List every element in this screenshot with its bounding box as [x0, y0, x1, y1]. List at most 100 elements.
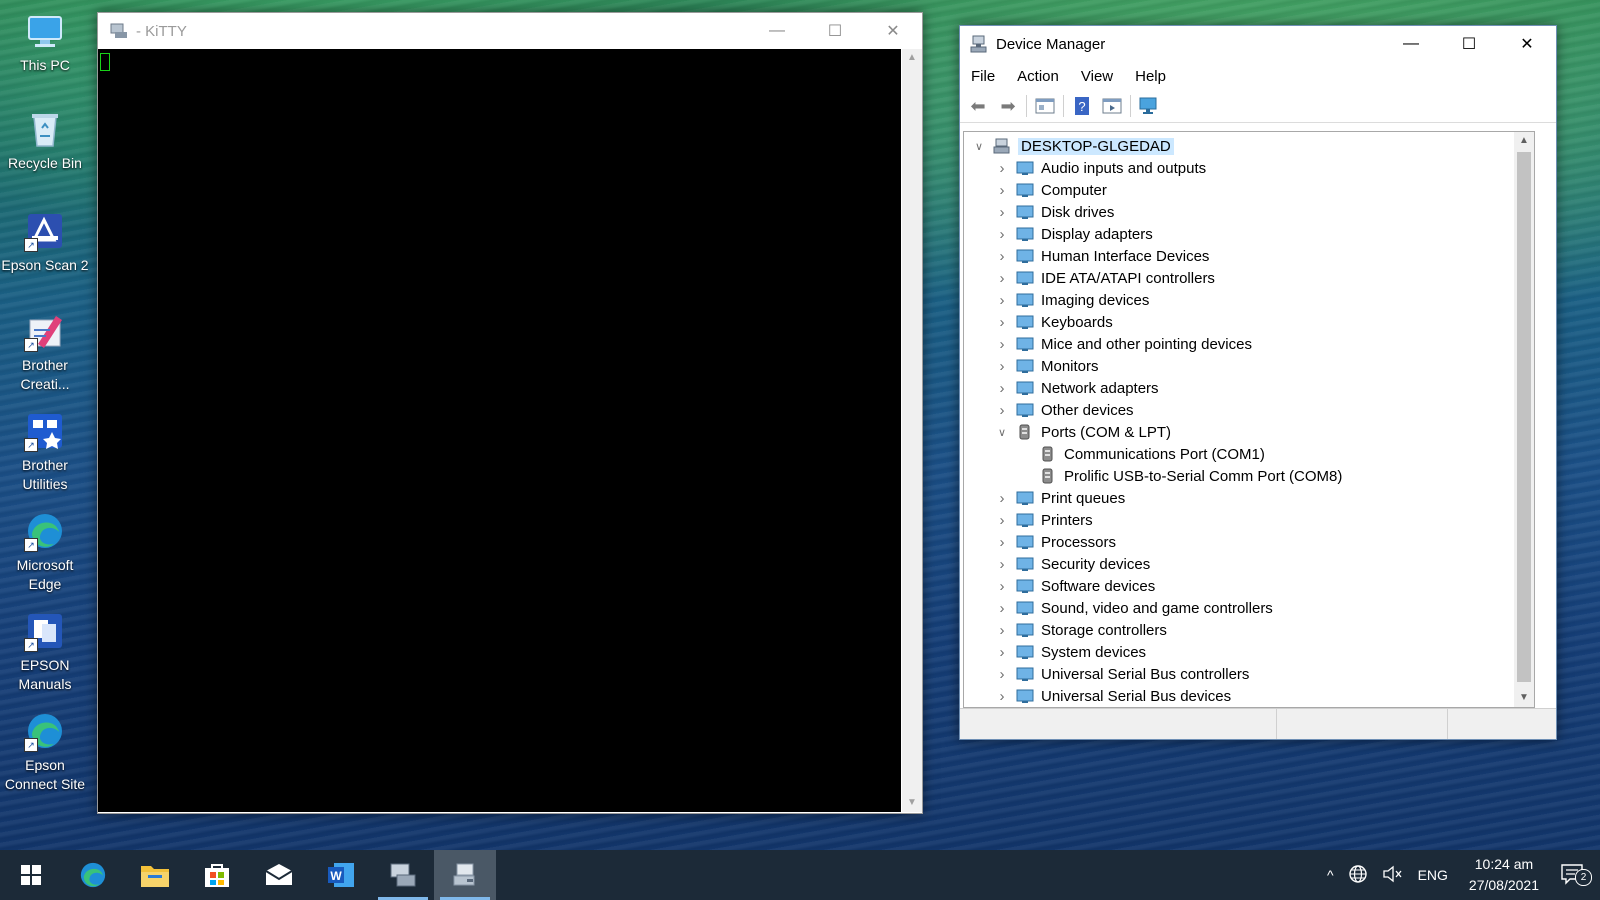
chevron-right-icon[interactable]: › — [993, 204, 1011, 221]
clock[interactable]: 10:24 am 27/08/2021 — [1455, 854, 1553, 896]
scroll-down-icon[interactable]: ▼ — [1514, 689, 1534, 707]
tree-category-node[interactable]: › IDE ATA/ATAPI controllers — [993, 267, 1215, 289]
tree-device-node[interactable]: Communications Port (COM1) — [1016, 443, 1265, 465]
chevron-right-icon[interactable]: › — [993, 490, 1011, 507]
chevron-right-icon[interactable]: › — [993, 578, 1011, 595]
forward-arrow-icon[interactable]: ➡ — [996, 94, 1020, 118]
tree-category-node[interactable]: › Universal Serial Bus devices — [993, 685, 1232, 707]
chevron-right-icon[interactable]: › — [993, 600, 1011, 617]
tree-category-node[interactable]: ∨ Ports (COM & LPT) — [993, 421, 1171, 443]
menu-action[interactable]: Action — [1006, 68, 1070, 85]
tree-category-node[interactable]: › Processors — [993, 531, 1117, 553]
tree-category-node[interactable]: › Monitors — [993, 355, 1099, 377]
tree-category-node[interactable]: › Disk drives — [993, 201, 1115, 223]
chevron-right-icon[interactable]: › — [993, 270, 1011, 287]
terminal-area[interactable] — [98, 49, 901, 812]
chevron-right-icon[interactable]: › — [993, 182, 1011, 199]
action-center-icon[interactable]: 2 — [1553, 863, 1600, 888]
language-indicator[interactable]: ENG — [1411, 867, 1455, 883]
taskbar-word[interactable]: W — [310, 850, 372, 900]
tree-category-node[interactable]: › Display adapters — [993, 223, 1153, 245]
chevron-right-icon[interactable]: › — [993, 622, 1011, 639]
chevron-down-icon[interactable]: ∨ — [993, 426, 1011, 439]
tree-category-node[interactable]: › Keyboards — [993, 311, 1113, 333]
chevron-right-icon[interactable]: › — [993, 314, 1011, 331]
desktop-icon-epson-scan[interactable]: ↗ Epson Scan 2 — [0, 210, 90, 275]
chevron-right-icon[interactable]: › — [993, 666, 1011, 683]
tree-category-node[interactable]: › Human Interface Devices — [993, 245, 1210, 267]
kitty-minimize-button[interactable]: — — [748, 13, 806, 49]
desktop-icon-this-pc[interactable]: This PC — [0, 10, 90, 75]
show-hidden-icons-chevron-icon[interactable]: ^ — [1320, 867, 1341, 883]
volume-muted-icon[interactable] — [1375, 864, 1411, 887]
chevron-right-icon[interactable]: › — [993, 644, 1011, 661]
taskbar-device-manager[interactable] — [434, 850, 496, 900]
tree-category-node[interactable]: › Storage controllers — [993, 619, 1167, 641]
network-globe-icon[interactable] — [1341, 864, 1375, 887]
taskbar-store[interactable] — [186, 850, 248, 900]
kitty-window[interactable]: - KiTTY — ☐ ✕ ▲ ▼ — [97, 12, 923, 814]
properties-icon[interactable] — [1033, 94, 1057, 118]
desktop-icon-microsoft-edge[interactable]: ↗ Microsoft Edge — [0, 510, 90, 594]
tree-root-node[interactable]: ∨ DESKTOP-GLGEDAD — [970, 135, 1174, 157]
tree-category-node[interactable]: › Other devices — [993, 399, 1134, 421]
chevron-right-icon[interactable]: › — [993, 248, 1011, 265]
taskbar-file-explorer[interactable] — [124, 850, 186, 900]
desktop-icon-brother-creative[interactable]: ↗ Brother Creati... — [0, 310, 90, 394]
help-icon[interactable]: ? — [1070, 94, 1094, 118]
tree-category-node[interactable]: › System devices — [993, 641, 1147, 663]
tree-category-node[interactable]: › Imaging devices — [993, 289, 1150, 311]
tree-category-node[interactable]: › Security devices — [993, 553, 1151, 575]
device-manager-window[interactable]: Device Manager — ☐ ✕ File Action View He… — [959, 25, 1557, 740]
tree-category-node[interactable]: › Network adapters — [993, 377, 1159, 399]
scrollbar-thumb[interactable] — [1517, 152, 1531, 682]
desktop-icon-recycle-bin[interactable]: Recycle Bin — [0, 108, 90, 173]
device-tree-scrollbar[interactable]: ▲ ▼ — [1514, 132, 1534, 707]
tree-category-node[interactable]: › Mice and other pointing devices — [993, 333, 1252, 355]
back-arrow-icon[interactable]: ⬅ — [966, 94, 990, 118]
kitty-maximize-button[interactable]: ☐ — [806, 13, 864, 49]
chevron-right-icon[interactable]: › — [993, 226, 1011, 243]
tree-category-node[interactable]: › Universal Serial Bus controllers — [993, 663, 1250, 685]
scroll-up-icon[interactable]: ▲ — [902, 49, 922, 67]
scroll-up-icon[interactable]: ▲ — [1514, 132, 1534, 150]
kitty-close-button[interactable]: ✕ — [864, 13, 922, 49]
device-manager-close-button[interactable]: ✕ — [1498, 26, 1556, 62]
device-manager-titlebar[interactable]: Device Manager — ☐ ✕ — [960, 26, 1556, 62]
device-manager-maximize-button[interactable]: ☐ — [1440, 26, 1498, 62]
chevron-down-icon[interactable]: ∨ — [970, 140, 988, 153]
chevron-right-icon[interactable]: › — [993, 402, 1011, 419]
tree-category-node[interactable]: › Sound, video and game controllers — [993, 597, 1273, 619]
tree-category-node[interactable]: › Software devices — [993, 575, 1156, 597]
chevron-right-icon[interactable]: › — [993, 688, 1011, 705]
start-button[interactable] — [0, 850, 62, 900]
chevron-right-icon[interactable]: › — [993, 512, 1011, 529]
chevron-right-icon[interactable]: › — [993, 556, 1011, 573]
desktop-icon-epson-manuals[interactable]: ↗ EPSON Manuals — [0, 610, 90, 694]
tree-category-node[interactable]: › Print queues — [993, 487, 1126, 509]
chevron-right-icon[interactable]: › — [993, 336, 1011, 353]
kitty-scrollbar[interactable]: ▲ ▼ — [902, 49, 922, 812]
taskbar-edge[interactable] — [62, 850, 124, 900]
tree-category-node[interactable]: › Printers — [993, 509, 1093, 531]
kitty-titlebar[interactable]: - KiTTY — ☐ ✕ — [98, 13, 922, 49]
scan-hardware-icon[interactable] — [1137, 94, 1161, 118]
device-manager-minimize-button[interactable]: — — [1382, 26, 1440, 62]
update-driver-icon[interactable] — [1100, 94, 1124, 118]
chevron-right-icon[interactable]: › — [993, 160, 1011, 177]
desktop-icon-epson-connect[interactable]: ↗ Epson Connect Site — [0, 710, 90, 794]
chevron-right-icon[interactable]: › — [993, 358, 1011, 375]
taskbar-mail[interactable] — [248, 850, 310, 900]
tree-device-node[interactable]: Prolific USB-to-Serial Comm Port (COM8) — [1016, 465, 1342, 487]
menu-file[interactable]: File — [960, 68, 1006, 85]
chevron-right-icon[interactable]: › — [993, 380, 1011, 397]
tree-category-node[interactable]: › Audio inputs and outputs — [993, 157, 1207, 179]
scroll-down-icon[interactable]: ▼ — [902, 794, 922, 812]
desktop-icon-brother-utilities[interactable]: ↗ Brother Utilities — [0, 410, 90, 494]
menu-view[interactable]: View — [1070, 68, 1124, 85]
chevron-right-icon[interactable]: › — [993, 292, 1011, 309]
device-tree[interactable]: ∨ DESKTOP-GLGEDAD › Audio inputs and output… — [963, 131, 1535, 708]
tree-category-node[interactable]: › Computer — [993, 179, 1107, 201]
menu-help[interactable]: Help — [1124, 68, 1177, 85]
taskbar-kitty[interactable] — [372, 850, 434, 900]
